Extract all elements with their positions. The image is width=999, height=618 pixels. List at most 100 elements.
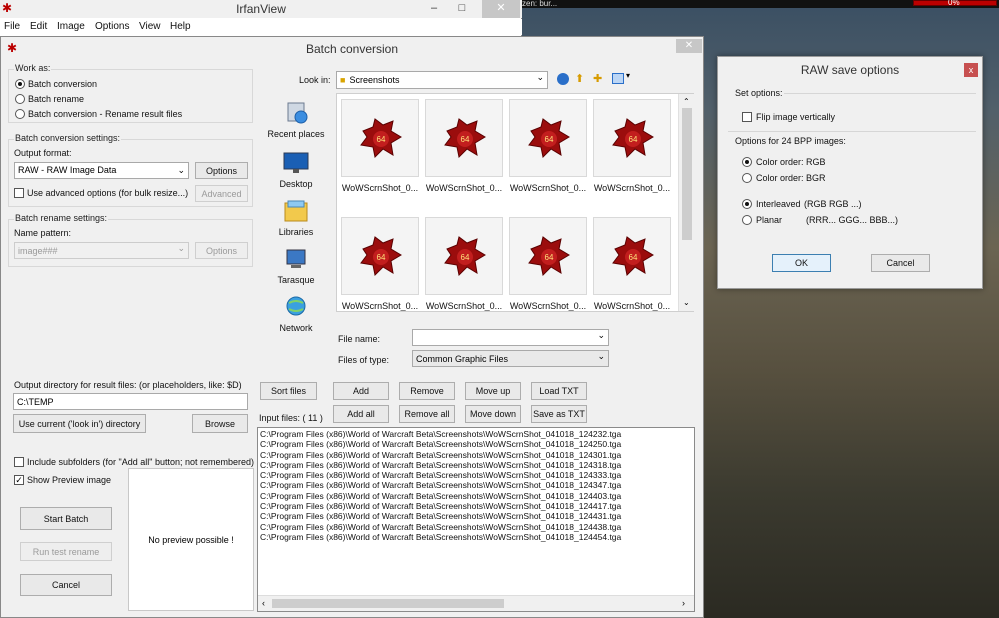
browse-button[interactable]: Browse bbox=[192, 414, 248, 433]
raw-title-bar[interactable]: RAW save options x bbox=[718, 57, 982, 81]
list-item[interactable]: C:\Program Files (x86)\World of Warcraft… bbox=[258, 470, 694, 480]
files-of-type-select[interactable]: Common Graphic Files ⌄ bbox=[412, 350, 609, 367]
thumbnail-item[interactable]: 64 WoWScrnShot_0... bbox=[509, 99, 587, 193]
minimize-button[interactable]: – bbox=[424, 0, 444, 18]
advanced-button[interactable]: Advanced bbox=[195, 185, 248, 202]
thumbnail-item[interactable]: 64 WoWScrnShot_0... bbox=[341, 217, 419, 311]
thumbnail-item[interactable]: 64 WoWScrnShot_0... bbox=[425, 99, 503, 193]
irfanview-image-icon: 64 bbox=[444, 236, 486, 277]
list-item[interactable]: C:\Program Files (x86)\World of Warcraft… bbox=[258, 439, 694, 449]
thumbnail-vertical-scrollbar[interactable]: ⌃ ⌄ bbox=[678, 94, 694, 311]
scroll-down-icon[interactable]: ⌄ bbox=[683, 298, 690, 307]
move-down-button[interactable]: Move down bbox=[465, 405, 521, 423]
list-item[interactable]: C:\Program Files (x86)\World of Warcraft… bbox=[258, 480, 694, 490]
raw-ok-button[interactable]: OK bbox=[772, 254, 831, 272]
network-icon bbox=[286, 296, 306, 316]
scroll-right-icon[interactable]: › bbox=[682, 598, 685, 608]
rename-options-button[interactable]: Options bbox=[195, 242, 248, 259]
load-txt-button[interactable]: Load TXT bbox=[531, 382, 587, 400]
remove-button[interactable]: Remove bbox=[399, 382, 455, 400]
flip-vertical-checkbox[interactable] bbox=[742, 112, 752, 122]
thumbnail-badge: 64 bbox=[629, 253, 638, 262]
chevron-down-icon[interactable]: ▾ bbox=[626, 71, 630, 80]
menu-view[interactable]: View bbox=[139, 21, 161, 32]
menu-image[interactable]: Image bbox=[57, 21, 85, 32]
add-all-button[interactable]: Add all bbox=[333, 405, 389, 423]
sort-files-button[interactable]: Sort files bbox=[260, 382, 317, 400]
color-order-bgr-radio[interactable] bbox=[742, 173, 752, 183]
batch-close-button[interactable]: ✕ bbox=[676, 39, 702, 53]
list-item[interactable]: C:\Program Files (x86)\World of Warcraft… bbox=[258, 522, 694, 532]
scroll-up-icon[interactable]: ⌃ bbox=[683, 97, 690, 106]
file-name-input[interactable]: ⌄ bbox=[412, 329, 609, 346]
thumbnail-item[interactable]: 64 WoWScrnShot_0... bbox=[425, 217, 503, 311]
thumbnail-image: 64 bbox=[425, 217, 503, 295]
raw-close-button[interactable]: x bbox=[964, 63, 978, 77]
files-of-type-label: Files of type: bbox=[338, 355, 390, 365]
scroll-left-icon[interactable]: ‹ bbox=[262, 598, 265, 608]
show-preview-checkbox[interactable]: ✓ bbox=[14, 475, 24, 485]
name-pattern-label: Name pattern: bbox=[14, 228, 72, 238]
batch-conversion-radio[interactable] bbox=[15, 79, 25, 89]
list-item[interactable]: C:\Program Files (x86)\World of Warcraft… bbox=[258, 491, 694, 501]
menu-edit[interactable]: Edit bbox=[30, 21, 47, 32]
place-desktop[interactable]: Desktop bbox=[263, 151, 329, 189]
add-button[interactable]: Add bbox=[333, 382, 389, 400]
list-item[interactable]: C:\Program Files (x86)\World of Warcraft… bbox=[258, 460, 694, 470]
thumbnail-caption: WoWScrnShot_0... bbox=[341, 301, 419, 311]
thumbnail-item[interactable]: 64 WoWScrnShot_0... bbox=[341, 99, 419, 193]
thumbnail-badge: 64 bbox=[545, 135, 554, 144]
place-recent-places[interactable]: Recent places bbox=[263, 101, 329, 139]
output-format-options-button[interactable]: Options bbox=[195, 162, 248, 179]
new-folder-icon[interactable]: ✚ bbox=[593, 72, 602, 85]
batch-conversion-radio-label: Batch conversion bbox=[28, 79, 98, 89]
main-close-button[interactable]: ✕ bbox=[482, 0, 520, 18]
color-order-rgb-radio[interactable] bbox=[742, 157, 752, 167]
list-item[interactable]: C:\Program Files (x86)\World of Warcraft… bbox=[258, 501, 694, 511]
list-item[interactable]: C:\Program Files (x86)\World of Warcraft… bbox=[258, 511, 694, 521]
view-menu-icon[interactable] bbox=[612, 73, 624, 84]
raw-cancel-button[interactable]: Cancel bbox=[871, 254, 930, 272]
back-icon[interactable] bbox=[557, 73, 569, 85]
maximize-button[interactable]: □ bbox=[452, 0, 472, 18]
file-list-horizontal-scrollbar[interactable]: ‹ › bbox=[258, 595, 694, 611]
name-pattern-select[interactable]: image### ⌄ bbox=[14, 242, 189, 259]
list-item[interactable]: C:\Program Files (x86)\World of Warcraft… bbox=[258, 429, 694, 439]
output-format-select[interactable]: RAW - RAW Image Data ⌄ bbox=[14, 162, 189, 179]
menu-file[interactable]: File bbox=[4, 21, 20, 32]
save-as-txt-button[interactable]: Save as TXT bbox=[531, 405, 587, 423]
use-current-dir-button[interactable]: Use current ('look in') directory bbox=[13, 414, 146, 433]
planar-radio[interactable] bbox=[742, 215, 752, 225]
place-network[interactable]: Network bbox=[263, 295, 329, 333]
batch-conversion-rename-radio[interactable] bbox=[15, 109, 25, 119]
include-subfolders-checkbox[interactable] bbox=[14, 457, 24, 467]
run-test-rename-button[interactable]: Run test rename bbox=[20, 542, 112, 561]
input-files-list[interactable]: C:\Program Files (x86)\World of Warcraft… bbox=[257, 427, 695, 612]
up-folder-icon[interactable]: ⬆ bbox=[575, 72, 584, 85]
batch-title-bar[interactable]: ✱ Batch conversion ✕ bbox=[1, 37, 703, 59]
scrollbar-thumb[interactable] bbox=[272, 599, 504, 608]
list-item[interactable]: C:\Program Files (x86)\World of Warcraft… bbox=[258, 450, 694, 460]
scrollbar-thumb[interactable] bbox=[682, 108, 692, 240]
place-tarasque[interactable]: Tarasque bbox=[263, 247, 329, 285]
cancel-button[interactable]: Cancel bbox=[20, 574, 112, 596]
advanced-options-checkbox[interactable] bbox=[14, 188, 24, 198]
list-item[interactable]: C:\Program Files (x86)\World of Warcraft… bbox=[258, 532, 694, 542]
menu-help[interactable]: Help bbox=[170, 21, 191, 32]
conversion-settings-group: Batch conversion settings: Output format… bbox=[8, 133, 253, 207]
place-libraries[interactable]: Libraries bbox=[263, 199, 329, 237]
thumbnail-item[interactable]: 64 WoWScrnShot_0... bbox=[593, 217, 671, 311]
thumbnail-item[interactable]: 64 WoWScrnShot_0... bbox=[593, 99, 671, 193]
remove-all-button[interactable]: Remove all bbox=[399, 405, 455, 423]
menu-options[interactable]: Options bbox=[95, 21, 129, 32]
thumbnail-item[interactable]: 64 WoWScrnShot_0... bbox=[509, 217, 587, 311]
main-title-bar[interactable]: ✱ IrfanView – □ ✕ bbox=[0, 0, 522, 18]
thumbnail-caption: WoWScrnShot_0... bbox=[593, 301, 671, 311]
move-up-button[interactable]: Move up bbox=[465, 382, 521, 400]
look-in-select[interactable]: ■ Screenshots ⌄ bbox=[336, 71, 548, 89]
batch-rename-radio[interactable] bbox=[15, 94, 25, 104]
output-dir-input[interactable]: C:\TEMP bbox=[13, 393, 248, 410]
thumbnail-badge: 64 bbox=[629, 135, 638, 144]
start-batch-button[interactable]: Start Batch bbox=[20, 507, 112, 530]
interleaved-radio[interactable] bbox=[742, 199, 752, 209]
